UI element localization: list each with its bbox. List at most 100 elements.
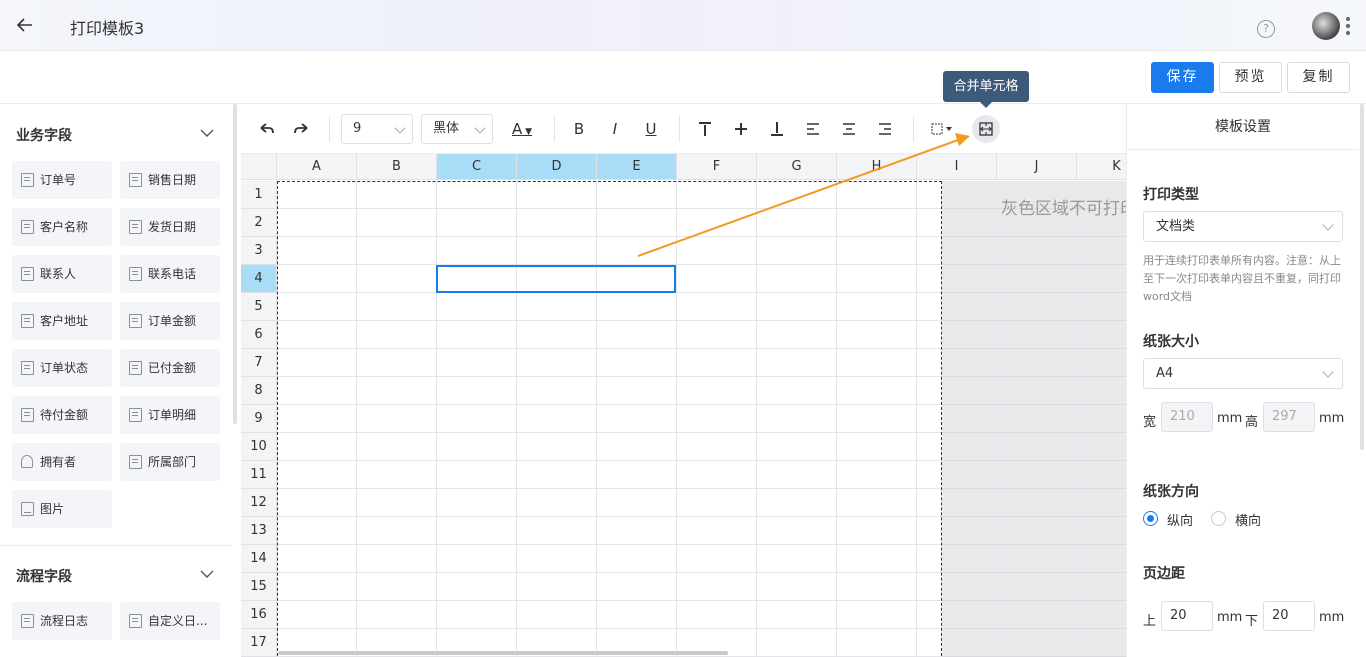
settings-title: 模板设置 [1127, 104, 1359, 150]
field-panel: 业务字段 订单号 销售日期 客户名称 发货日期 联系人 联系电话 客户地址 订单… [0, 104, 232, 657]
align-top-icon[interactable] [695, 118, 715, 140]
document-icon [129, 408, 142, 422]
landscape-label[interactable]: 横向 [1235, 510, 1261, 529]
avatar[interactable] [1312, 12, 1340, 40]
document-icon [129, 173, 142, 187]
portrait-radio[interactable] [1143, 511, 1158, 526]
field-item[interactable]: 客户地址 [12, 302, 112, 340]
margin-bottom-label: 下 [1245, 614, 1259, 629]
font-family-select[interactable]: 黑体 [421, 114, 493, 144]
back-arrow-icon[interactable] [14, 14, 36, 36]
toolbar-separator [913, 116, 914, 142]
print-type-select[interactable]: 文档类 [1143, 211, 1343, 242]
field-label: 客户地址 [40, 314, 89, 328]
field-label: 订单号 [40, 173, 77, 187]
help-icon[interactable]: ? [1257, 20, 1275, 38]
font-size-value: 9 [353, 121, 362, 136]
height-label: 高 [1245, 415, 1259, 430]
portrait-label[interactable]: 纵向 [1167, 510, 1193, 529]
italic-icon[interactable]: I [605, 118, 625, 140]
selected-range[interactable] [436, 265, 676, 293]
field-item[interactable]: 客户名称 [12, 208, 112, 246]
field-label: 订单明细 [148, 408, 197, 422]
field-label: 联系电话 [148, 267, 197, 281]
print-type-hint: 用于连续打印表单所有内容。注意：从上至下一次打印表单内容且不重复，同打印word… [1143, 254, 1341, 303]
orientation-label: 纸张方向 [1143, 484, 1199, 500]
field-item[interactable]: 订单号 [12, 161, 112, 199]
document-icon [129, 614, 142, 628]
align-bottom-icon[interactable] [767, 118, 787, 140]
bold-icon[interactable]: B [569, 118, 589, 140]
save-button[interactable]: 保存 [1151, 62, 1214, 93]
user-icon [21, 455, 33, 468]
field-item[interactable]: 联系人 [12, 255, 112, 293]
more-vertical-icon[interactable] [1345, 16, 1351, 36]
print-type-value: 文档类 [1156, 219, 1196, 234]
section-divider [0, 545, 232, 546]
width-unit: mm [1217, 411, 1243, 426]
document-icon [129, 267, 142, 281]
toolbar-separator [554, 116, 555, 142]
field-item[interactable]: 订单金额 [120, 302, 220, 340]
font-size-select[interactable]: 9 [341, 114, 413, 144]
paper-size-value: A4 [1156, 366, 1174, 381]
align-left-icon[interactable] [803, 118, 823, 140]
margin-top-label: 上 [1143, 614, 1157, 629]
field-item[interactable]: 订单明细 [120, 396, 220, 434]
field-item[interactable]: 发货日期 [120, 208, 220, 246]
document-icon [21, 220, 34, 234]
field-label: 销售日期 [148, 173, 197, 187]
border-icon[interactable] [929, 118, 957, 140]
margin-bottom-input[interactable]: 20 [1263, 601, 1315, 631]
copy-button[interactable]: 复制 [1287, 62, 1350, 93]
preview-button[interactable]: 预览 [1219, 62, 1282, 93]
document-icon [21, 314, 34, 328]
non-printable-note: 灰色区域不可打印 [1001, 199, 1126, 219]
align-right-icon[interactable] [875, 118, 895, 140]
spreadsheet-grid[interactable]: ABCDEFGHIJK 1 2 3 4 5 6 7 8 9 10 11 12 13 14 15 16 17 灰色… [241, 154, 1126, 657]
redo-icon[interactable] [291, 118, 311, 140]
field-item[interactable]: 自定义日... [120, 602, 220, 640]
field-label: 订单状态 [40, 361, 89, 375]
action-bar: 保存 预览 复制 [0, 51, 1366, 104]
font-color-icon[interactable]: A ▼ [509, 118, 535, 140]
field-item[interactable]: 已付金额 [120, 349, 220, 387]
print-area-border [277, 181, 942, 657]
field-label: 发货日期 [148, 220, 197, 234]
align-middle-icon[interactable] [731, 118, 751, 140]
field-item[interactable]: 联系电话 [120, 255, 220, 293]
business-fields-title: 业务字段 [16, 128, 72, 144]
margin-bottom-unit: mm [1319, 610, 1345, 625]
align-center-icon[interactable] [839, 118, 859, 140]
field-item[interactable]: 订单状态 [12, 349, 112, 387]
margin-top-input[interactable]: 20 [1161, 601, 1213, 631]
field-label: 拥有者 [40, 455, 77, 469]
field-item[interactable]: 所属部门 [120, 443, 220, 481]
margin-label: 页边距 [1143, 566, 1185, 582]
undo-icon[interactable] [257, 118, 277, 140]
settings-scrollbar[interactable] [1360, 104, 1364, 450]
horizontal-scrollbar[interactable] [278, 651, 728, 655]
field-item[interactable]: 流程日志 [12, 602, 112, 640]
merge-cells-button[interactable] [972, 115, 1000, 143]
left-scrollbar[interactable] [233, 104, 237, 424]
document-icon [21, 173, 34, 187]
field-item[interactable]: 待付金额 [12, 396, 112, 434]
document-icon [21, 408, 34, 422]
chevron-down-icon[interactable] [200, 567, 214, 581]
field-item[interactable]: 图片 [12, 490, 112, 528]
field-label: 待付金额 [40, 408, 89, 422]
landscape-radio[interactable] [1211, 511, 1226, 526]
field-item[interactable]: 销售日期 [120, 161, 220, 199]
margin-top-unit: mm [1217, 610, 1243, 625]
paper-size-select[interactable]: A4 [1143, 358, 1343, 389]
merge-cells-tooltip: 合并单元格 [943, 71, 1029, 108]
field-item[interactable]: 拥有者 [12, 443, 112, 481]
merge-cells-icon [979, 122, 993, 136]
template-settings-panel: 模板设置 打印类型 文档类 用于连续打印表单所有内容。注意：从上至下一次打印表单… [1126, 104, 1366, 657]
document-icon [21, 267, 34, 281]
chevron-down-icon[interactable] [200, 126, 214, 140]
document-icon [129, 314, 142, 328]
field-label: 客户名称 [40, 220, 89, 234]
underline-icon[interactable]: U [641, 118, 661, 140]
